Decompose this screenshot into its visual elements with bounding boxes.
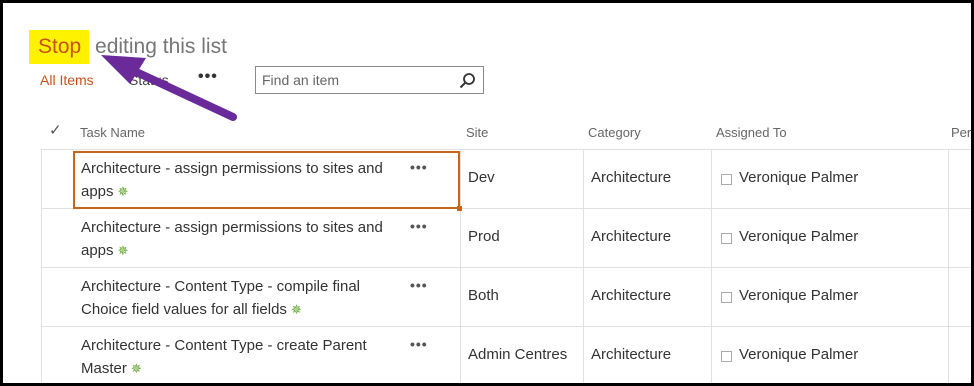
stop-editing-link[interactable]: Stop [29, 30, 90, 64]
search-box[interactable] [255, 66, 484, 94]
new-item-icon: ✵ [117, 243, 129, 258]
task-name-cell[interactable]: Architecture - Content Type - create Par… [81, 334, 401, 380]
category-cell: Architecture [583, 268, 712, 327]
site-value: Admin Centres [468, 346, 568, 363]
category-cell: Architecture [583, 209, 712, 268]
column-header-task-name[interactable]: Task Name [80, 125, 145, 140]
table-row[interactable]: Architecture - assign permissions to sit… [41, 208, 971, 268]
column-header-assigned-to[interactable]: Assigned To [716, 125, 787, 140]
new-item-icon: ✵ [290, 302, 302, 317]
category-value: Architecture [591, 287, 672, 304]
assigned-to-value[interactable]: Veronique Palmer [739, 169, 858, 186]
title-text: editing this list [89, 35, 227, 58]
task-name-cell[interactable]: Architecture - Content Type - compile fi… [81, 275, 401, 321]
site-cell: Prod [460, 209, 584, 268]
column-header-site[interactable]: Site [466, 125, 488, 140]
table-row[interactable]: Architecture - Content Type - create Par… [41, 326, 971, 383]
select-all-checkmark-icon[interactable]: ✓ [49, 121, 62, 139]
row-more-icon[interactable]: ••• [410, 218, 428, 234]
column-header-per[interactable]: Per [951, 125, 971, 140]
table-row[interactable]: Architecture - Content Type - compile fi… [41, 267, 971, 327]
person-presence-icon [721, 174, 732, 185]
list-view: Stop editing this list All Items Status … [3, 3, 971, 383]
site-value: Prod [468, 228, 500, 245]
assigned-to-value[interactable]: Veronique Palmer [739, 287, 858, 304]
assigned-to-cell: Veronique Palmer [711, 268, 949, 327]
category-value: Architecture [591, 169, 672, 186]
category-cell: Architecture [583, 327, 712, 383]
row-more-icon[interactable]: ••• [410, 336, 428, 352]
task-name-cell[interactable]: Architecture - assign permissions to sit… [81, 216, 401, 262]
assigned-to-cell: Veronique Palmer [711, 150, 949, 209]
selected-cell-outline [73, 151, 462, 211]
assigned-to-cell: Veronique Palmer [711, 209, 949, 268]
page-title: Stop editing this list [29, 30, 227, 64]
category-value: Architecture [591, 228, 672, 245]
assigned-to-value[interactable]: Veronique Palmer [739, 228, 858, 245]
selection-handle[interactable] [457, 206, 462, 211]
category-cell: Architecture [583, 150, 712, 209]
view-status[interactable]: Status [129, 72, 169, 88]
assigned-to-value[interactable]: Veronique Palmer [739, 346, 858, 363]
person-presence-icon [721, 233, 732, 244]
table-header: ✓ Task Name Site Category Assigned To Pe… [3, 119, 971, 149]
new-item-icon: ✵ [130, 361, 142, 376]
person-presence-icon [721, 351, 732, 362]
row-more-icon[interactable]: ••• [410, 277, 428, 293]
task-name[interactable]: Architecture - Content Type - compile fi… [81, 278, 360, 318]
view-all-items[interactable]: All Items [40, 72, 94, 88]
site-cell: Admin Centres [460, 327, 584, 383]
site-value: Dev [468, 169, 495, 186]
search-input[interactable] [262, 71, 452, 89]
site-cell: Dev [460, 150, 584, 209]
assigned-to-cell: Veronique Palmer [711, 327, 949, 383]
search-icon[interactable] [459, 72, 476, 89]
category-value: Architecture [591, 346, 672, 363]
site-value: Both [468, 287, 499, 304]
task-name[interactable]: Architecture - Content Type - create Par… [81, 337, 367, 377]
site-cell: Both [460, 268, 584, 327]
column-header-category[interactable]: Category [588, 125, 641, 140]
person-presence-icon [721, 292, 732, 303]
more-views-icon[interactable]: ••• [198, 68, 218, 86]
